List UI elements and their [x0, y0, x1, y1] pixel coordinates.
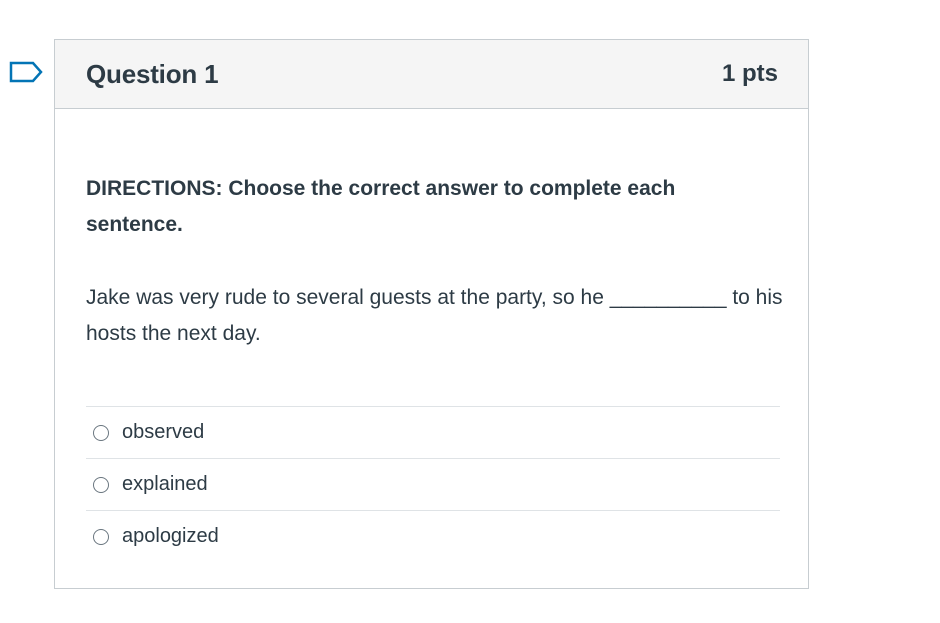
question-points: 1 pts — [721, 60, 778, 87]
radio-unselected-icon[interactable] — [93, 528, 109, 545]
radio-unselected-icon[interactable] — [93, 424, 109, 441]
question-card: Question 1 1 pts DIRECTIONS: Choose the … — [54, 39, 809, 589]
answer-label: apologized — [122, 525, 219, 547]
answer-option-explained[interactable]: explained — [86, 459, 780, 511]
answer-label: explained — [122, 473, 208, 495]
answer-label: observed — [122, 421, 205, 443]
question-header: Question 1 1 pts — [55, 40, 808, 109]
question-directions: DIRECTIONS: Choose the correct answer to… — [86, 177, 676, 236]
radio-unselected-icon[interactable] — [93, 476, 109, 493]
answer-option-observed[interactable]: observed — [86, 407, 780, 459]
flag-question-icon[interactable] — [9, 61, 43, 83]
question-title: Question 1 — [86, 58, 219, 89]
quiz-page: Question 1 1 pts DIRECTIONS: Choose the … — [0, 0, 940, 623]
answer-list: observed explained apologized — [86, 406, 780, 562]
question-prompt: Jake was very rude to several guests at … — [86, 286, 783, 345]
question-body: DIRECTIONS: Choose the correct answer to… — [55, 171, 808, 562]
answer-option-apologized[interactable]: apologized — [86, 511, 780, 562]
